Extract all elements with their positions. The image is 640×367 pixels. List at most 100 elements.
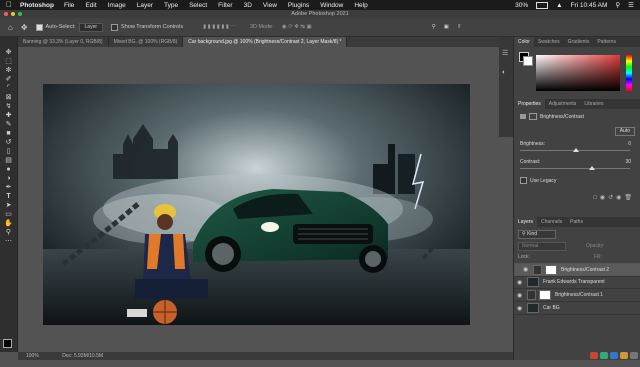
menu-plugins[interactable]: Plugins <box>288 2 309 9</box>
tab-mixed-bg[interactable]: Mixed BG. @ 100% (RGB/8) <box>109 37 184 47</box>
quick-select-tool-icon[interactable]: ✐ <box>3 76 14 84</box>
search-icon-options[interactable]: ⚲ <box>432 24 436 30</box>
app-name[interactable]: Photoshop <box>20 2 54 9</box>
layer-name[interactable]: Car BG <box>543 305 560 311</box>
control-center-icon[interactable]: ☰ <box>628 1 634 9</box>
clock[interactable]: Fri 10:45 AM <box>571 2 608 9</box>
stamp-tool-icon[interactable]: ■ <box>3 130 14 138</box>
menu-help[interactable]: Help <box>354 2 367 9</box>
dock-app-icon[interactable] <box>590 352 598 359</box>
layer-mask-thumb[interactable] <box>539 290 551 300</box>
layer-name[interactable]: Frank Edwards Transparent <box>543 279 605 285</box>
battery-icon[interactable] <box>536 1 549 9</box>
dock-app-icon[interactable] <box>620 352 628 359</box>
align-icons[interactable]: ▮ ▮ ▮ ▮ ▮ ▮ ⋯ <box>203 24 236 30</box>
adjustments-panel-icon[interactable]: ◐ <box>502 69 510 76</box>
contrast-value[interactable]: 30 <box>625 159 631 165</box>
menu-view[interactable]: View <box>263 2 277 9</box>
tab-channels[interactable]: Channels <box>537 217 566 227</box>
visibility-eye-icon[interactable]: ◉ <box>517 279 524 286</box>
properties-footer-icons[interactable]: □◉↺◉🗑 <box>593 194 635 201</box>
frame-tool-icon[interactable]: ⊠ <box>3 94 14 102</box>
contrast-slider-thumb[interactable] <box>589 166 595 170</box>
layer-row[interactable]: ◉ Brightness/Contrast 1 <box>514 289 640 302</box>
healing-tool-icon[interactable]: ✚ <box>3 112 14 120</box>
crop-tool-icon[interactable]: ⌜ <box>3 85 14 93</box>
battery-label[interactable]: 30% <box>515 2 528 9</box>
tab-color[interactable]: Color <box>514 37 534 47</box>
brush-tool-icon[interactable]: ✎ <box>3 121 14 129</box>
document-canvas[interactable] <box>43 84 470 325</box>
more-tools-icon[interactable]: ⋯ <box>3 238 14 246</box>
dock-app-icon[interactable] <box>600 352 608 359</box>
eraser-tool-icon[interactable]: ▯ <box>3 148 14 156</box>
menu-select[interactable]: Select <box>189 2 207 9</box>
auto-select-checkbox[interactable] <box>35 23 43 31</box>
tab-banning[interactable]: Banning @ 33.3% (Layer 0, RGB/8) <box>18 37 109 47</box>
auto-button[interactable]: Auto <box>614 127 635 136</box>
tab-patterns[interactable]: Patterns <box>593 37 620 47</box>
layer-row[interactable]: ◉ Brightness/Contrast 2 <box>514 263 640 277</box>
visibility-eye-icon[interactable]: ◉ <box>523 267 530 274</box>
brightness-slider-thumb[interactable] <box>573 148 579 152</box>
type-tool-icon[interactable]: T <box>3 193 14 201</box>
tab-car-background[interactable]: Car background.jpg @ 100% (Brightness/Co… <box>183 37 348 47</box>
home-icon[interactable]: ⌂ <box>8 23 13 32</box>
menu-type[interactable]: Type <box>164 2 178 9</box>
move-tool-icon[interactable]: ✥ <box>21 23 28 32</box>
menu-image[interactable]: Image <box>108 2 126 9</box>
color-picker-field[interactable] <box>536 55 620 91</box>
menu-layer[interactable]: Layer <box>137 2 153 9</box>
contrast-slider[interactable] <box>520 168 630 169</box>
dodge-tool-icon[interactable]: ◑ <box>3 175 14 183</box>
blend-mode-dropdown[interactable]: Normal <box>518 242 566 251</box>
use-legacy-checkbox[interactable] <box>520 177 527 184</box>
hue-slider[interactable] <box>626 55 632 91</box>
show-transform-checkbox[interactable] <box>111 23 119 31</box>
tab-paths[interactable]: Paths <box>566 217 587 227</box>
visibility-eye-icon[interactable]: ◉ <box>517 305 524 312</box>
tab-libraries[interactable]: Libraries <box>580 99 607 109</box>
eyedropper-tool-icon[interactable]: ↯ <box>3 103 14 111</box>
dock-app-icon[interactable] <box>630 352 638 359</box>
auto-select-dropdown[interactable]: Layer <box>78 22 104 32</box>
tab-properties[interactable]: Properties <box>514 99 545 109</box>
doc-size[interactable]: Doc: 5.93M/10.5M <box>62 353 103 359</box>
dock-app-icon[interactable] <box>610 352 618 359</box>
menu-edit[interactable]: Edit <box>85 2 96 9</box>
move-tool-icon[interactable]: ✥ <box>3 49 14 57</box>
menu-filter[interactable]: Filter <box>218 2 232 9</box>
history-panel-icon[interactable]: ☰ <box>502 49 510 57</box>
layer-name[interactable]: Brightness/Contrast 1 <box>555 292 603 298</box>
tab-layers[interactable]: Layers <box>514 217 538 227</box>
path-select-tool-icon[interactable]: ➤ <box>3 202 14 210</box>
zoom-tool-icon[interactable]: ⚲ <box>3 229 14 237</box>
marquee-tool-icon[interactable]: ⬚ <box>3 58 14 66</box>
tab-swatches[interactable]: Swatches <box>534 37 564 47</box>
history-brush-icon[interactable]: ↺ <box>3 139 14 147</box>
gradient-tool-icon[interactable]: ▤ <box>3 157 14 165</box>
hand-tool-icon[interactable]: ✋ <box>3 220 14 228</box>
menu-3d[interactable]: 3D <box>244 2 252 9</box>
share-icon[interactable]: ⇧ <box>457 24 462 30</box>
tab-gradients[interactable]: Gradients <box>564 37 594 47</box>
brightness-value[interactable]: 0 <box>628 141 631 147</box>
apple-icon[interactable]:  <box>6 1 14 9</box>
layer-row[interactable]: ◉ Car BG <box>514 302 640 315</box>
3d-tools-icons[interactable]: ◉ ⟳ ✥ ↹ ▣ <box>282 24 312 30</box>
foreground-color-swatch[interactable] <box>3 339 12 348</box>
layer-kind-filter[interactable]: ⚲ Kind <box>518 230 556 239</box>
zoom-level[interactable]: 100% <box>26 353 39 359</box>
shape-tool-icon[interactable]: ▭ <box>3 211 14 219</box>
layer-name[interactable]: Brightness/Contrast 2 <box>561 267 609 274</box>
bg-color-swatch[interactable] <box>523 56 533 66</box>
blur-tool-icon[interactable]: ● <box>3 166 14 174</box>
workspace-icon[interactable]: ▣ <box>444 24 449 30</box>
search-icon[interactable]: ⚲ <box>615 1 620 9</box>
layer-row[interactable]: ◉ Frank Edwards Transparent <box>514 276 640 289</box>
lasso-tool-icon[interactable]: ✼ <box>3 67 14 75</box>
pen-tool-icon[interactable]: ✒ <box>3 184 14 192</box>
layer-mask-thumb[interactable] <box>545 265 557 275</box>
menu-window[interactable]: Window <box>320 2 343 9</box>
visibility-eye-icon[interactable]: ◉ <box>517 292 524 299</box>
